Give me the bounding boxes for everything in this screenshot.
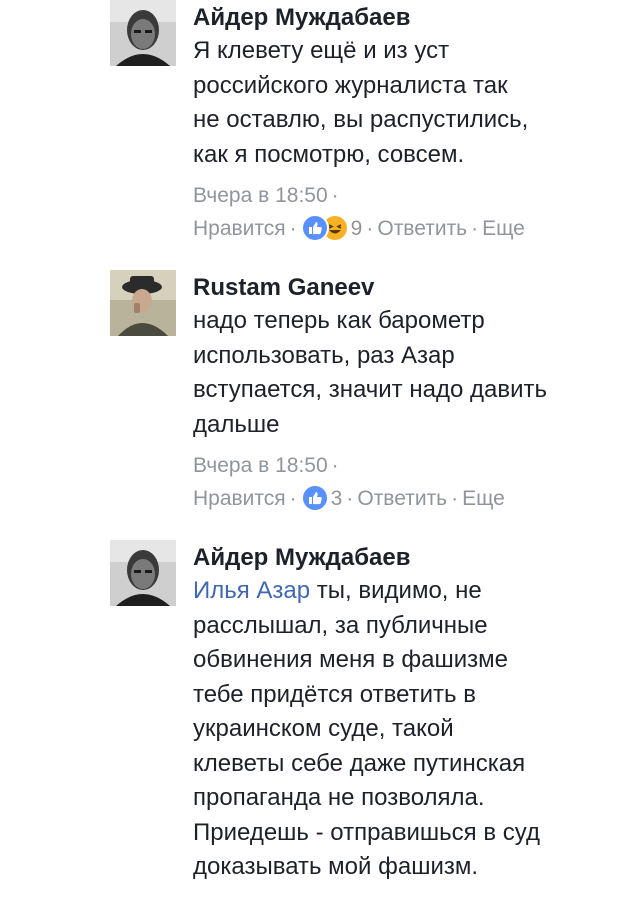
- comment-text-line: надо теперь как барометр: [193, 307, 485, 334]
- comment-text-line: расслышал, за публичные: [193, 611, 488, 639]
- comment-text-line: пропаганда не позволяла.: [193, 784, 485, 811]
- separator-dot: ·: [346, 487, 354, 510]
- comment-text-line: использовать, раз Азар: [193, 341, 455, 369]
- reaction-count[interactable]: 9: [351, 217, 363, 240]
- comment-text-line: не оставлю, вы распустились,: [193, 106, 529, 133]
- mention-link[interactable]: Илья Азар: [193, 577, 310, 604]
- comment-meta: Вчера в 18:50 ·: [193, 179, 633, 212]
- like-button[interactable]: Нравится: [193, 487, 286, 510]
- comment-actions: Нравится · 9 · Ответить · Еще: [193, 212, 633, 246]
- comment-timestamp[interactable]: Вчера в 18:50: [193, 184, 328, 207]
- comment-author[interactable]: Айдер Муждабаев: [193, 543, 633, 573]
- separator-dot: ·: [366, 217, 374, 240]
- comment-text-line: как я посмотрю, совсем.: [193, 140, 465, 168]
- comment-text-line: Я клевету ещё и из уст: [193, 37, 450, 64]
- reactions-summary[interactable]: [300, 211, 349, 244]
- comment-meta: Вчера в 18:50 ·: [193, 449, 633, 482]
- separator-dot: ·: [471, 217, 479, 240]
- comment-text: Я клевету ещё и из уст российского журна…: [193, 34, 633, 172]
- more-button[interactable]: Еще: [462, 487, 505, 510]
- comment-text-line: Илья Азар ты, видимо, не: [193, 574, 633, 609]
- comment-text-line: доказывать мой фашизм.: [193, 853, 479, 880]
- comment-author[interactable]: Айдер Муждабаев: [193, 3, 633, 33]
- comment-text-line: Приедешь - отправишься в суд: [193, 818, 540, 846]
- comment-text-line: обвинения меня в фашизме: [193, 646, 508, 673]
- comment-timestamp[interactable]: Вчера в 18:50: [193, 454, 328, 477]
- separator-dot: ·: [451, 487, 459, 510]
- separator-dot: ·: [289, 217, 297, 240]
- reply-button[interactable]: Ответить: [377, 217, 467, 240]
- comment-text-line: украинском суде, такой: [193, 715, 454, 742]
- avatar[interactable]: [110, 270, 176, 336]
- comment-text: надо теперь как барометр использовать, р…: [193, 304, 633, 442]
- comment-text-line: тебе придётся ответить в: [193, 680, 476, 708]
- reply-button[interactable]: Ответить: [357, 487, 447, 510]
- avatar[interactable]: [110, 540, 176, 606]
- comment-author[interactable]: Rustam Ganeev: [193, 273, 633, 303]
- like-icon: [300, 214, 329, 243]
- more-button[interactable]: Еще: [482, 217, 525, 240]
- comment-text-line: клеветы себе даже путинская: [193, 749, 526, 777]
- comment-text-line: российского журналиста так: [193, 71, 508, 99]
- comment-actions: Нравится · 3 · Ответить · Еще: [193, 482, 633, 516]
- reactions-summary[interactable]: [300, 481, 329, 514]
- comment-text: Илья Азар ты, видимо, не расслышал, за п…: [193, 574, 633, 885]
- reaction-count[interactable]: 3: [331, 487, 343, 510]
- comment-text-line: вступается, значит надо давить: [193, 376, 547, 403]
- separator-dot: ·: [331, 184, 339, 207]
- comment-text-fragment: ты, видимо, не: [310, 577, 482, 604]
- like-icon: [300, 484, 329, 513]
- comment-text-line: дальше: [193, 410, 280, 438]
- separator-dot: ·: [289, 487, 297, 510]
- like-button[interactable]: Нравится: [193, 217, 286, 240]
- avatar[interactable]: [110, 0, 176, 66]
- separator-dot: ·: [331, 454, 339, 477]
